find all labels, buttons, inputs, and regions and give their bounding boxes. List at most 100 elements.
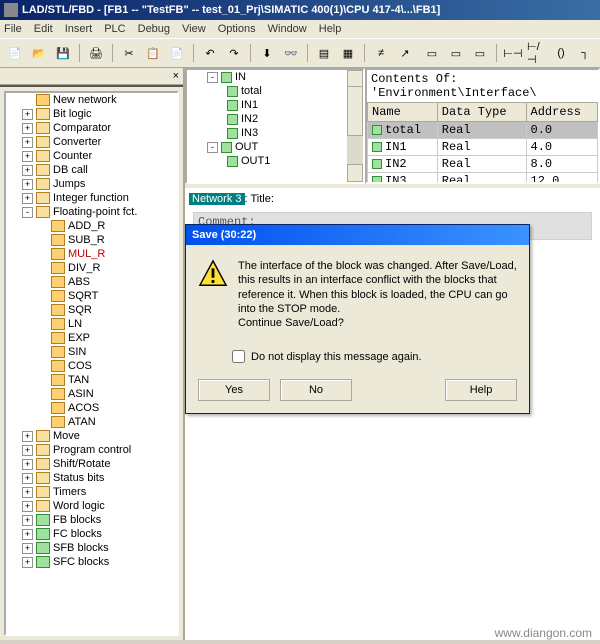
program-elements-tree[interactable]: New network+Bit logic+Comparator+Convert… [4,91,179,636]
menu-help[interactable]: Help [319,23,342,35]
tree-item[interactable]: +SFB blocks [6,541,177,555]
tree-item[interactable]: +Counter [6,149,177,163]
tree-item[interactable]: -Floating-point fct. [6,205,177,219]
download-button[interactable]: ⬇ [256,42,278,64]
menu-debug[interactable]: Debug [138,23,170,35]
dont-show-checkbox[interactable] [232,350,245,363]
tree-item[interactable]: +SFC blocks [6,555,177,569]
tree-item[interactable]: ATAN [6,415,177,429]
interface-table[interactable]: Contents Of: 'Environment\Interface\ Nam… [365,68,600,184]
save-button[interactable]: 💾 [52,42,74,64]
tree-item[interactable]: New network [6,93,177,107]
block-icon [51,290,65,302]
iface-tree-item[interactable]: total [187,84,363,98]
menu-edit[interactable]: Edit [34,23,53,35]
tree-item[interactable]: +DB call [6,163,177,177]
tree-item-label: ABS [68,276,90,288]
tree-item[interactable]: +FC blocks [6,527,177,541]
ref-icon[interactable]: ▦ [337,42,359,64]
prog-elem-icon[interactable]: ▤ [313,42,335,64]
tree-item[interactable]: +FB blocks [6,513,177,527]
tree-item[interactable]: +Converter [6,135,177,149]
iface-tree-item[interactable]: -IN [187,70,363,84]
col-type[interactable]: Data Type [437,103,526,122]
table-row[interactable]: totalReal0.0 [368,122,598,139]
print-button[interactable]: 🖨 [85,42,107,64]
cut-button[interactable]: ✂ [118,42,140,64]
fb-icon [36,556,50,568]
tree-item[interactable]: COS [6,359,177,373]
copy-button[interactable]: 📋 [142,42,164,64]
view-lad-icon[interactable]: ▭ [421,42,443,64]
yes-button[interactable]: Yes [198,379,270,401]
tree-item[interactable]: SQRT [6,289,177,303]
menu-insert[interactable]: Insert [65,23,93,35]
var-icon [372,142,382,152]
view-stl-icon[interactable]: ▭ [445,42,467,64]
tree-item[interactable]: MUL_R [6,247,177,261]
tree-item[interactable]: SUB_R [6,233,177,247]
tree-item[interactable]: EXP [6,331,177,345]
col-addr[interactable]: Address [526,103,597,122]
menu-options[interactable]: Options [218,23,256,35]
view-fbd-icon[interactable]: ▭ [469,42,491,64]
coil-icon[interactable]: () [550,42,572,64]
paste-button[interactable]: 📄 [166,42,188,64]
tree-item-label: TAN [68,374,89,386]
sidebar-close-button[interactable]: × [0,68,183,85]
tree-item[interactable]: +Move [6,429,177,443]
tree-item[interactable]: SIN [6,345,177,359]
notequal-icon[interactable]: ≠ [370,42,392,64]
tree-item[interactable]: +Comparator [6,121,177,135]
table-row[interactable]: IN3Real12.0 [368,173,598,185]
tree-item[interactable]: TAN [6,373,177,387]
tree-item[interactable]: +Status bits [6,471,177,485]
tree-item[interactable]: DIV_R [6,261,177,275]
watermark: www.diangon.com [495,626,592,640]
tree-item[interactable]: ASIN [6,387,177,401]
tree-item[interactable]: +Timers [6,485,177,499]
iface-tree-item[interactable]: IN1 [187,98,363,112]
interface-tree[interactable]: -INtotalIN1IN2IN3-OUTOUT1 [185,68,365,184]
table-row[interactable]: IN1Real4.0 [368,139,598,156]
contact-nc-icon[interactable]: ⊢/⊣ [526,42,548,64]
tree-item[interactable]: SQR [6,303,177,317]
tree-item[interactable]: ABS [6,275,177,289]
branch-icon[interactable]: ┐ [574,42,596,64]
monitor-button[interactable]: 👓 [280,42,302,64]
scrollbar[interactable] [347,70,363,182]
col-name[interactable]: Name [368,103,438,122]
redo-button[interactable]: ↷ [223,42,245,64]
tree-item[interactable]: LN [6,317,177,331]
folder-icon [36,206,50,218]
tree-item[interactable]: +Integer function [6,191,177,205]
iface-tree-item[interactable]: IN2 [187,112,363,126]
help-button[interactable]: Help [445,379,517,401]
iface-tree-item[interactable]: IN3 [187,126,363,140]
tree-item-label: Shift/Rotate [53,458,110,470]
menu-file[interactable]: File [4,23,22,35]
folder-icon [36,122,50,134]
tree-item[interactable]: +Jumps [6,177,177,191]
tree-item-label: EXP [68,332,90,344]
tree-item[interactable]: ACOS [6,401,177,415]
var-icon [221,142,232,153]
iface-tree-item[interactable]: OUT1 [187,154,363,168]
tree-item[interactable]: +Program control [6,443,177,457]
tree-item[interactable]: +Shift/Rotate [6,457,177,471]
undo-button[interactable]: ↶ [199,42,221,64]
fb-icon [36,528,50,540]
no-button[interactable]: No [280,379,352,401]
new-button[interactable]: 📄 [4,42,26,64]
goto-icon[interactable]: ↗ [394,42,416,64]
table-row[interactable]: IN2Real8.0 [368,156,598,173]
tree-item[interactable]: +Bit logic [6,107,177,121]
tree-item[interactable]: ADD_R [6,219,177,233]
menu-plc[interactable]: PLC [104,23,125,35]
contact-no-icon[interactable]: ⊢⊣ [502,42,524,64]
iface-tree-item[interactable]: -OUT [187,140,363,154]
open-button[interactable]: 📂 [28,42,50,64]
tree-item[interactable]: +Word logic [6,499,177,513]
menu-view[interactable]: View [182,23,206,35]
menu-window[interactable]: Window [268,23,307,35]
